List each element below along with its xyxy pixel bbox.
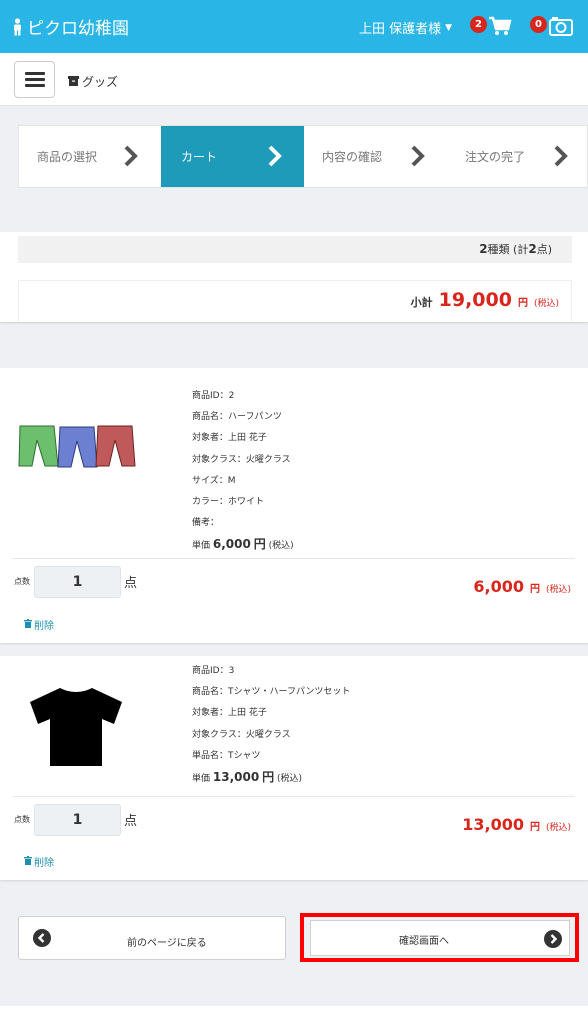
delete-link[interactable]: 削除 — [24, 617, 54, 632]
yen-unit: 円 — [262, 769, 275, 784]
cart-badge: 2 — [470, 16, 487, 33]
item-single-name: 単品名：Tシャツ — [192, 750, 261, 761]
delete-link[interactable]: 削除 — [24, 854, 54, 869]
quantity-unit: 点 — [124, 576, 138, 591]
section-breadcrumb[interactable]: グッズ — [68, 73, 118, 90]
line-total: 6,000 円 (税込) — [473, 577, 571, 596]
step-label: 内容の確認 — [322, 150, 383, 164]
confirm-button[interactable]: 確認画面へ — [310, 920, 570, 956]
tax-note: (税込) — [533, 299, 559, 309]
trash-icon — [24, 618, 32, 631]
back-button[interactable]: 前のページに戻る — [18, 916, 286, 960]
trash-icon — [24, 855, 32, 868]
item-name: 商品名：Tシャツ・ハーフパンツセット — [192, 687, 351, 698]
step-label: 注文の完了 — [465, 150, 526, 164]
item-target: 対象者：上田 花子 — [192, 433, 267, 444]
confirm-button-label: 確認画面へ — [399, 936, 449, 947]
yen-unit: 円 — [517, 298, 528, 309]
brand-name: ピクロ幼稚園 — [27, 19, 129, 39]
item-size: サイズ：M — [192, 475, 236, 486]
total-suffix: 点) — [536, 243, 552, 256]
subtotal: 小計 19,000 円 (税込) — [411, 289, 559, 311]
brand[interactable]: ピクロ幼稚園 — [12, 14, 129, 39]
item-details: 商品ID：3 商品名：Tシャツ・ハーフパンツセット 対象者：上田 花子 対象クラ… — [192, 661, 350, 788]
item-name: 商品名：ハーフパンツ — [192, 412, 282, 423]
section-name: グッズ — [82, 75, 119, 89]
tshirt-image — [28, 686, 124, 772]
subtotal-amount: 19,000 — [438, 289, 512, 311]
photo-badge: 0 — [530, 16, 547, 33]
item-id: 商品ID：2 — [192, 391, 235, 401]
caret-down-icon: ▼ — [445, 22, 453, 33]
chevron-left-icon — [33, 929, 51, 947]
chevron-right-icon — [123, 144, 139, 171]
step-cart: カート — [161, 126, 304, 187]
unit-price-amount: 13,000 — [212, 769, 260, 784]
shorts-image — [18, 424, 136, 474]
highlight-box: 確認画面へ — [300, 913, 579, 962]
quantity-label: 点数 — [14, 815, 30, 824]
unit-price-amount: 6,000 — [212, 537, 251, 552]
quantity-row: 点数 1 点 13,000 円 (税込) — [12, 796, 575, 844]
hamburger-menu-button[interactable] — [14, 61, 55, 98]
total-count: 2 — [528, 242, 537, 256]
cart-item: 商品ID：2 商品名：ハーフパンツ 対象者：上田 花子 対象クラス：火曜クラス … — [0, 368, 588, 643]
line-total-amount: 6,000 — [473, 577, 524, 596]
item-id: 商品ID：3 — [192, 666, 235, 676]
quantity-input[interactable]: 1 — [34, 804, 121, 836]
cart-summary: 2種類 (計2点) 小計 19,000 円 (税込) — [0, 232, 588, 322]
item-target: 対象者：上田 花子 — [192, 708, 267, 719]
cart-icon[interactable] — [488, 16, 512, 40]
item-details: 商品ID：2 商品名：ハーフパンツ 対象者：上田 花子 対象クラス：火曜クラス … — [192, 386, 294, 556]
step-label: カート — [181, 150, 218, 164]
step-confirm: 内容の確認 — [304, 126, 447, 187]
camera-icon[interactable] — [549, 16, 573, 40]
quantity-input[interactable]: 1 — [34, 566, 121, 598]
chevron-right-icon — [410, 144, 426, 171]
yen-unit: 円 — [529, 822, 540, 833]
tax-note: (税込) — [545, 585, 571, 595]
cart-item: 商品ID：3 商品名：Tシャツ・ハーフパンツセット 対象者：上田 花子 対象クラ… — [0, 656, 588, 880]
line-total: 13,000 円 (税込) — [462, 815, 571, 834]
user-name: 上田 保護者様 — [359, 22, 442, 37]
chevron-right-icon — [544, 930, 562, 948]
back-button-label: 前のページに戻る — [127, 938, 207, 949]
line-total-amount: 13,000 — [462, 815, 524, 834]
delete-label: 削除 — [34, 858, 54, 869]
footer — [0, 1006, 588, 1024]
tax-note: (税込) — [545, 823, 571, 833]
step-complete: 注文の完了 — [447, 126, 587, 187]
yen-unit: 円 — [529, 584, 540, 595]
item-note: 備考： — [192, 518, 220, 529]
kinds-count: 2 — [479, 242, 488, 256]
quantity-unit: 点 — [124, 814, 138, 829]
subtotal-row: 小計 19,000 円 (税込) — [18, 280, 572, 322]
delete-label: 削除 — [34, 621, 54, 632]
quantity-row: 点数 1 点 6,000 円 (税込) — [12, 558, 575, 606]
unit-price-label: 単価 — [192, 541, 211, 552]
kinds-label: 種類 — [487, 243, 510, 256]
user-menu[interactable]: 上田 保護者様 ▼ — [359, 18, 452, 37]
yen-unit: 円 — [253, 537, 266, 552]
tax-note: (税込) — [276, 773, 302, 784]
unit-price: 単価 6,000 円 (税込) — [192, 534, 294, 555]
subtotal-label: 小計 — [410, 296, 433, 309]
quantity-label: 点数 — [14, 577, 30, 586]
checkout-steps: 商品の選択 カート 内容の確認 注文の完了 — [18, 125, 588, 188]
chevron-right-icon — [267, 144, 283, 171]
tax-note: (税込) — [268, 541, 294, 552]
top-bar: ピクロ幼稚園 上田 保護者様 ▼ 2 0 — [0, 0, 588, 53]
step-select: 商品の選択 — [19, 126, 161, 187]
item-count: 2種類 (計2点) — [18, 236, 572, 263]
item-color: カラー：ホワイト — [192, 496, 265, 507]
person-icon — [12, 17, 23, 36]
unit-price: 単価 13,000 円 (税込) — [192, 767, 350, 788]
step-label: 商品の選択 — [37, 150, 98, 164]
item-class: 対象クラス：火曜クラス — [192, 454, 291, 465]
unit-price-label: 単価 — [192, 773, 211, 784]
item-class: 対象クラス：火曜クラス — [192, 729, 291, 740]
total-prefix: (計 — [513, 243, 529, 256]
box-icon — [68, 75, 79, 89]
chevron-right-icon — [553, 144, 569, 171]
